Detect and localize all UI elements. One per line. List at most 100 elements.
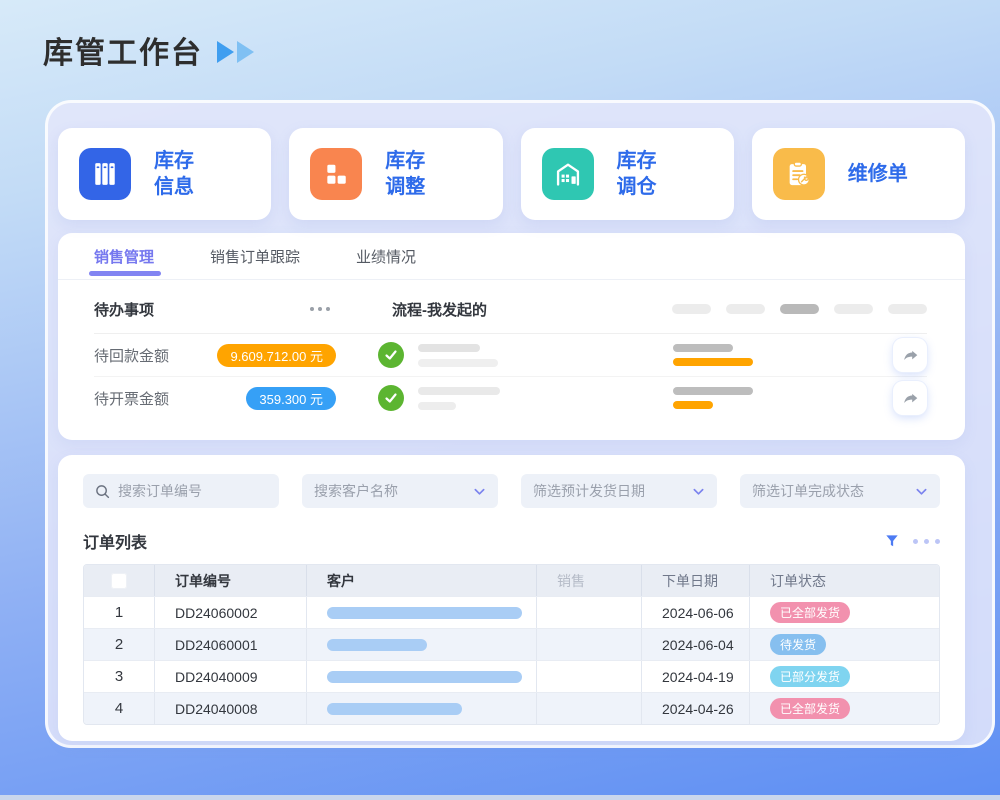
filter-bar: 搜索客户名称 筛选预计发货日期 筛选订单完成状态 xyxy=(83,474,940,508)
table-row[interactable]: 4 DD24040008 2024-04-26 已全部发货 xyxy=(84,692,939,724)
warehouse-icon xyxy=(542,148,594,200)
orders-panel: 搜索客户名称 筛选预计发货日期 筛选订单完成状态 订单列表 订单编号 xyxy=(58,455,965,741)
skeleton-text xyxy=(418,387,548,410)
skeleton-bar xyxy=(673,344,733,352)
col-order-no: 订单编号 xyxy=(155,565,307,596)
bottom-edge xyxy=(0,795,1000,800)
share-button[interactable] xyxy=(893,338,927,372)
order-no: DD24040008 xyxy=(155,693,307,724)
card-label: 库存调仓 xyxy=(617,148,657,201)
page-header: 库管工作台 xyxy=(0,0,1000,70)
todo-row-label: 待开票金额 xyxy=(94,388,224,409)
amount-badge: 359.300 元 xyxy=(246,387,336,410)
orders-table: 订单编号 客户 销售 下单日期 订单状态 1 DD24060002 2024-0… xyxy=(83,564,940,725)
search-icon xyxy=(95,484,110,499)
card-inventory-adjust[interactable]: 库存调整 xyxy=(289,128,502,220)
skeleton-bar xyxy=(418,344,480,352)
order-no: DD24040009 xyxy=(155,661,307,692)
books-icon xyxy=(79,148,131,200)
sales-tabs: 销售管理 销售订单跟踪 业绩情况 xyxy=(58,233,965,280)
todo-row-receivable: 待回款金额 9.609.712.00 元 xyxy=(94,334,927,376)
order-no: DD24060001 xyxy=(155,629,307,660)
search-order-input[interactable] xyxy=(118,483,258,499)
order-date: 2024-04-19 xyxy=(642,661,750,692)
tab-performance[interactable]: 业绩情况 xyxy=(356,233,416,279)
progress-bars xyxy=(673,344,753,366)
col-sales: 销售 xyxy=(537,565,642,596)
card-label: 库存信息 xyxy=(154,148,194,201)
tab-sales-management[interactable]: 销售管理 xyxy=(94,233,154,279)
table-row[interactable]: 3 DD24040009 2024-04-19 已部分发货 xyxy=(84,660,939,692)
check-circle-icon xyxy=(378,342,404,368)
col-order-date: 下单日期 xyxy=(642,565,750,596)
sales-cell xyxy=(537,597,642,628)
status-badge: 已部分发货 xyxy=(770,666,850,687)
card-inventory-transfer[interactable]: 库存调仓 xyxy=(521,128,734,220)
skeleton-pill xyxy=(834,304,873,314)
progress-bar xyxy=(673,401,713,409)
skeleton-bar xyxy=(418,387,500,395)
skeleton-text xyxy=(418,344,548,367)
blocks-icon xyxy=(310,148,362,200)
order-date: 2024-04-26 xyxy=(642,693,750,724)
share-button[interactable] xyxy=(893,381,927,415)
customer-redacted-bar xyxy=(327,639,427,651)
active-tab-indicator xyxy=(89,271,161,276)
status-badge: 待发货 xyxy=(770,634,826,655)
customer-redacted-bar xyxy=(327,703,462,715)
table-row[interactable]: 2 DD24060001 2024-06-04 待发货 xyxy=(84,628,939,660)
tab-sales-order-tracking[interactable]: 销售订单跟踪 xyxy=(210,233,300,279)
card-repair-order[interactable]: 维修单 xyxy=(752,128,965,220)
todo-title: 待办事项 xyxy=(94,299,310,320)
col-order-status: 订单状态 xyxy=(750,565,939,596)
todo-row-label: 待回款金额 xyxy=(94,345,224,366)
arrow-icon xyxy=(237,41,254,63)
more-icon[interactable] xyxy=(913,539,940,544)
process-title: 流程-我发起的 xyxy=(392,299,487,320)
row-index: 3 xyxy=(115,668,123,685)
order-date: 2024-06-06 xyxy=(642,597,750,628)
more-icon[interactable] xyxy=(310,307,338,311)
progress-bars xyxy=(673,387,753,409)
row-index: 2 xyxy=(115,636,123,653)
filter-funnel-icon[interactable] xyxy=(885,534,899,548)
chevron-down-icon xyxy=(473,485,486,498)
card-label: 维修单 xyxy=(848,161,908,187)
todo-row-invoice: 待开票金额 359.300 元 xyxy=(94,377,927,419)
col-customer: 客户 xyxy=(307,565,537,596)
order-status-filter[interactable]: 筛选订单完成状态 xyxy=(740,474,940,508)
sales-cell xyxy=(537,661,642,692)
select-label: 筛选订单完成状态 xyxy=(752,481,864,501)
repair-icon xyxy=(773,148,825,200)
row-index: 1 xyxy=(115,604,123,621)
chevron-down-icon xyxy=(915,485,928,498)
skeleton-bar xyxy=(418,359,498,367)
order-list-header: 订单列表 xyxy=(83,529,940,553)
order-no: DD24060002 xyxy=(155,597,307,628)
customer-select[interactable]: 搜索客户名称 xyxy=(302,474,498,508)
chevron-down-icon xyxy=(692,485,705,498)
amount-badge: 9.609.712.00 元 xyxy=(217,344,336,367)
row-index: 4 xyxy=(115,700,123,717)
card-inventory-info[interactable]: 库存信息 xyxy=(58,128,271,220)
skeleton-pill xyxy=(780,304,819,314)
sales-cell xyxy=(537,693,642,724)
select-all-checkbox[interactable] xyxy=(111,573,127,589)
order-search-field[interactable] xyxy=(83,474,279,508)
order-date: 2024-06-04 xyxy=(642,629,750,660)
skeleton-pill xyxy=(888,304,927,314)
sales-body: 待办事项 流程-我发起的 待回款金额 9.609.712.00 元 xyxy=(58,280,965,419)
table-header-row: 订单编号 客户 销售 下单日期 订单状态 xyxy=(84,565,939,596)
skeleton-pill xyxy=(672,304,711,314)
workbench-container: 库存信息 库存调整 库存调仓 维修单 xyxy=(45,100,995,748)
ship-date-filter[interactable]: 筛选预计发货日期 xyxy=(521,474,717,508)
table-row[interactable]: 1 DD24060002 2024-06-06 已全部发货 xyxy=(84,596,939,628)
double-arrow-icon xyxy=(217,41,254,63)
check-circle-icon xyxy=(378,385,404,411)
todo-header-row: 待办事项 流程-我发起的 xyxy=(94,293,927,325)
customer-redacted-bar xyxy=(327,607,522,619)
card-label: 库存调整 xyxy=(385,148,425,201)
skeleton-bar xyxy=(673,387,753,395)
tab-label: 销售订单跟踪 xyxy=(210,246,300,267)
sales-cell xyxy=(537,629,642,660)
